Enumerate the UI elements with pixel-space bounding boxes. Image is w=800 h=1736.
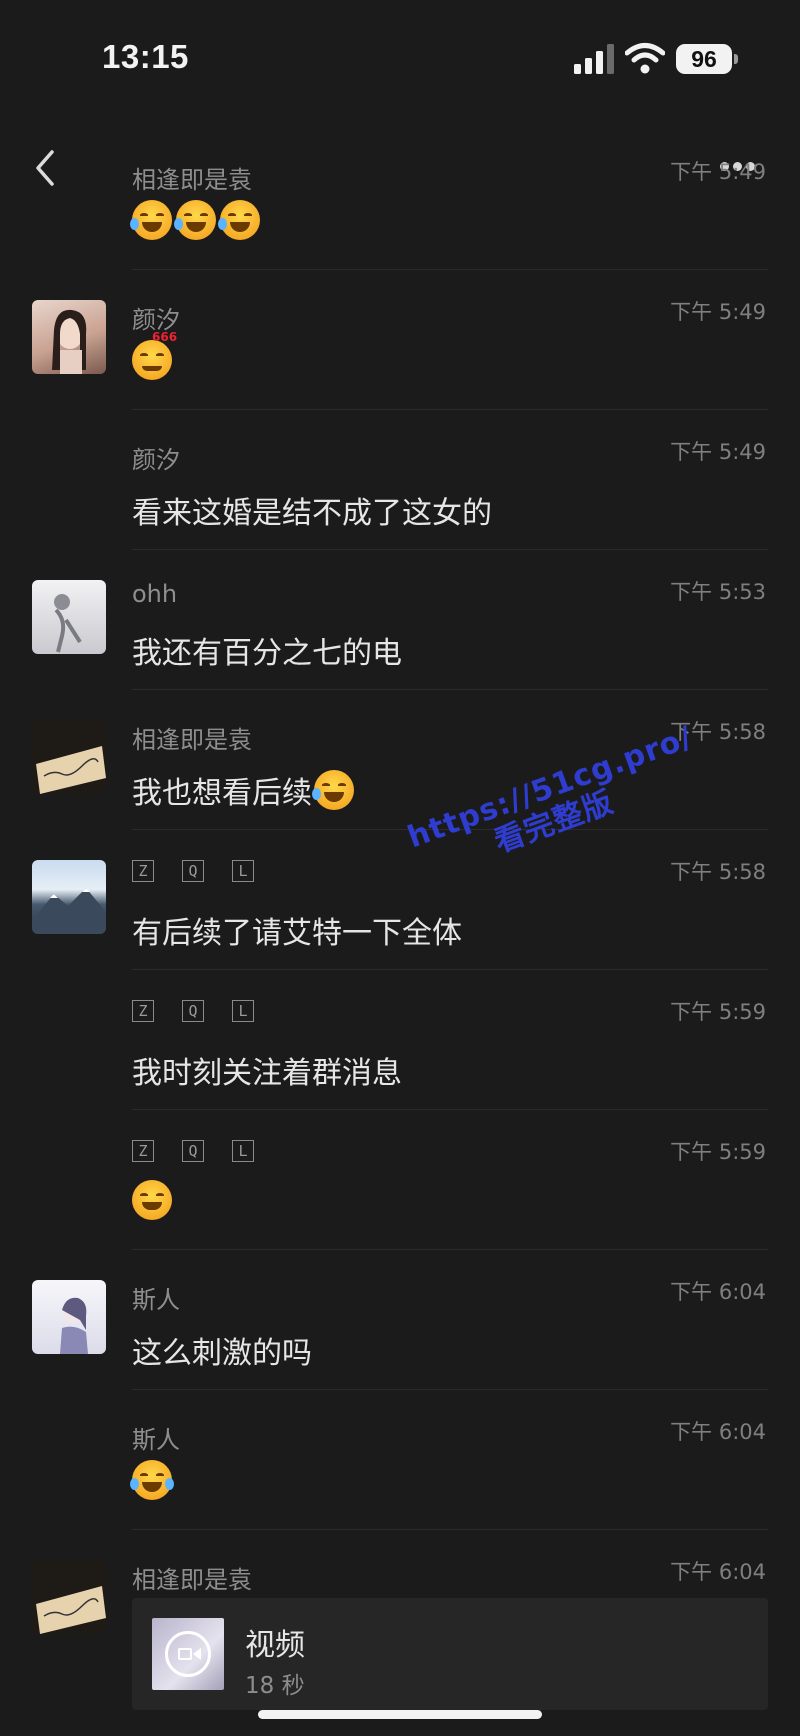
message-time: 下午 5:53 [670, 580, 766, 604]
sender-name: Z Q L [132, 860, 254, 882]
emoji-row: 666 [132, 330, 177, 380]
smile-emoji-icon [132, 1180, 172, 1220]
message-item[interactable]: Z Q L 下午 5:58 有后续了请艾特一下全体 [0, 830, 800, 970]
avatar[interactable] [32, 1560, 106, 1634]
status-time: 13:15 [102, 38, 189, 75]
sender-name: Z Q L [132, 1000, 254, 1022]
sender-name: 相逢即是袁 [132, 1566, 252, 1594]
sender-name: 斯人 [132, 1286, 180, 1314]
sender-name: 颜汐 [132, 446, 180, 474]
message-item[interactable]: 斯人 下午 6:04 这么刺激的吗 [0, 1250, 800, 1390]
emoji-row [130, 200, 260, 240]
666-emoji-icon: 666 [132, 330, 177, 380]
laugh-cry-emoji-icon [130, 1460, 174, 1500]
laugh-cry-emoji-icon [174, 200, 216, 240]
message-text: 我还有百分之七的电 [132, 636, 402, 671]
message-text: 我时刻关注着群消息 [132, 1056, 402, 1091]
avatar[interactable] [32, 300, 106, 374]
video-message-card[interactable]: 视频 18 秒 [132, 1598, 768, 1710]
sender-letter: Z [132, 1000, 154, 1022]
video-title: 视频 [245, 1628, 305, 1663]
message-time: 下午 6:04 [670, 1420, 766, 1444]
wifi-icon [625, 43, 665, 74]
message-time: 下午 5:49 [670, 440, 766, 464]
home-indicator[interactable] [258, 1710, 542, 1719]
laugh-cry-emoji-icon [218, 200, 260, 240]
message-time: 下午 5:58 [670, 860, 766, 884]
girl-portrait-icon [52, 309, 87, 374]
sender-letter: L [232, 1000, 254, 1022]
message-time: 下午 6:04 [670, 1280, 766, 1304]
message-item[interactable]: 颜汐 下午 5:49 666 [0, 270, 800, 410]
sender-letter: Z [132, 1140, 154, 1162]
message-time: 下午 5:49 [670, 300, 766, 324]
sender-letter: Q [182, 1000, 204, 1022]
battery-indicator: 96 [676, 44, 732, 74]
message-text: 有后续了请艾特一下全体 [132, 916, 462, 951]
sender-letter: L [232, 860, 254, 882]
message-item[interactable]: 相逢即是袁 下午 5:49 [0, 130, 800, 270]
laugh-cry-emoji-icon [312, 770, 354, 810]
avatar[interactable] [32, 1280, 106, 1354]
sender-letter: L [232, 1140, 254, 1162]
sender-name: ohh [132, 580, 178, 608]
avatar[interactable] [32, 580, 106, 654]
message-item[interactable]: Z Q L 下午 5:59 我时刻关注着群消息 [0, 970, 800, 1110]
sketch-figure-icon [54, 594, 82, 653]
message-text: 看来这婚是结不成了这女的 [132, 496, 492, 531]
sender-letter: Z [132, 860, 154, 882]
message-time: 下午 5:59 [670, 1140, 766, 1164]
message-item[interactable]: 颜汐 下午 5:49 看来这婚是结不成了这女的 [0, 410, 800, 550]
message-text: 这么刺激的吗 [132, 1336, 312, 1371]
status-bar: 13:15 96 [0, 0, 800, 120]
sender-name: Z Q L [132, 1140, 254, 1162]
sender-name: 斯人 [132, 1426, 180, 1454]
video-camera-icon [165, 1631, 211, 1677]
message-item[interactable]: 斯人 下午 6:04 [0, 1390, 800, 1530]
sender-letter: Q [182, 860, 204, 882]
laugh-cry-emoji-icon [130, 200, 172, 240]
message-item[interactable]: Z Q L 下午 5:59 [0, 1110, 800, 1250]
message-time: 下午 6:04 [670, 1560, 766, 1584]
battery-nub [734, 54, 738, 64]
avatar[interactable] [32, 720, 106, 794]
video-thumbnail [152, 1618, 224, 1690]
message-time: 下午 5:49 [670, 160, 766, 184]
handwriting-card-icon [36, 1586, 106, 1634]
message-time: 下午 5:59 [670, 1000, 766, 1024]
message-time: 下午 5:58 [670, 720, 766, 744]
handwriting-card-icon [36, 746, 106, 794]
sender-letter: Q [182, 1140, 204, 1162]
message-text: 我也想看后续 [132, 768, 354, 812]
mountain-icon [32, 888, 106, 934]
emoji-row [130, 1460, 174, 1500]
message-item[interactable]: ohh 下午 5:53 我还有百分之七的电 [0, 550, 800, 690]
anime-girl-icon [60, 1297, 88, 1354]
message-list[interactable]: 相逢即是袁 下午 5:49 颜汐 下午 5:49 666 颜汐 下午 5:49 [0, 130, 800, 1730]
sender-name: 相逢即是袁 [132, 166, 252, 194]
avatar[interactable] [32, 860, 106, 934]
sender-name: 相逢即是袁 [132, 726, 252, 754]
cellular-signal-icon [574, 44, 614, 74]
message-item[interactable]: 相逢即是袁 下午 5:58 我也想看后续 [0, 690, 800, 830]
message-text-content: 我也想看后续 [132, 776, 312, 811]
video-duration: 18 秒 [245, 1673, 305, 1699]
emoji-row [132, 1180, 172, 1220]
